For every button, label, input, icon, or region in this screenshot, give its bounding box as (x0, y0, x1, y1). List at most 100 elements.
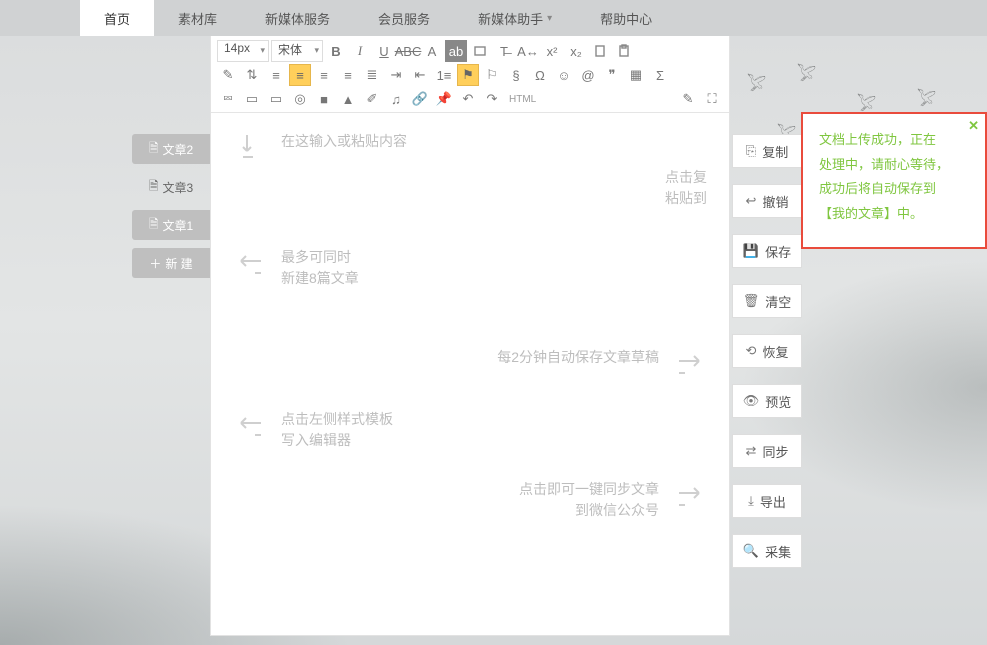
tab-article-2[interactable]: 🗎文章2 (132, 134, 210, 164)
pin-button[interactable]: 📌 (433, 88, 455, 110)
right-actions: ⎘复制 ↩撤销 💾保存 🗑清空 ⟲恢复 👁预览 ⇄同步 ⤓导出 🔍采集 (732, 134, 802, 568)
preview-button[interactable]: 👁预览 (732, 384, 802, 418)
sync-icon: ⇄ (746, 443, 757, 459)
restore-button[interactable]: ⟲恢复 (732, 334, 802, 368)
outdent-button[interactable]: ⇤ (409, 64, 431, 86)
hint-sync: 点击即可一键同步文章到微信公众号 (519, 479, 659, 521)
align-left-button[interactable]: ≡ (289, 64, 311, 86)
sigma-button[interactable]: Σ (649, 64, 671, 86)
nav-help[interactable]: 帮助中心 (576, 0, 676, 36)
pointer-left-icon (233, 247, 267, 281)
chevron-down-icon: ▾ (260, 45, 265, 56)
paint-button[interactable]: ▲ (337, 88, 359, 110)
collect-icon: 🔍 (743, 543, 759, 559)
strike-button[interactable]: ABC (397, 40, 419, 62)
hint-autosave: 每2分钟自动保存文章草稿 (497, 347, 659, 368)
export-button[interactable]: ⤓导出 (732, 484, 802, 518)
link-button[interactable]: 🔗 (409, 88, 431, 110)
top-nav: 首页 素材库 新媒体服务 会员服务 新媒体助手▾ 帮助中心 (0, 0, 987, 36)
new-doc-button[interactable] (589, 40, 611, 62)
edit-mode-button[interactable]: ✎ (677, 88, 699, 110)
quote-button[interactable]: ❞ (601, 64, 623, 86)
nav-member-service[interactable]: 会员服务 (354, 0, 454, 36)
copy-icon: ⎘ (746, 143, 756, 159)
emoji-button[interactable]: ☺ (553, 64, 575, 86)
gallery-button[interactable]: ▭ (241, 88, 263, 110)
nav-newmedia-service[interactable]: 新媒体服务 (241, 0, 354, 36)
line-height-button[interactable]: ≡ (265, 64, 287, 86)
table-button[interactable]: ▦ (625, 64, 647, 86)
fullscreen-button[interactable]: ⛶ (701, 88, 723, 110)
export-icon: ⤓ (748, 493, 754, 509)
trash-icon: 🗑 (743, 293, 760, 309)
capture-button[interactable]: ◎ (289, 88, 311, 110)
eye-icon: 👁 (743, 393, 760, 409)
letter-spacing-button[interactable]: A↔ (517, 40, 539, 62)
multi-image-button[interactable]: ▭ (265, 88, 287, 110)
doc-icon: 🗎 (149, 139, 159, 160)
plus-icon: ＋ (149, 255, 161, 272)
undo-action-button[interactable]: ↩撤销 (732, 184, 802, 218)
highlight-button[interactable] (469, 40, 491, 62)
nav-home[interactable]: 首页 (80, 0, 154, 36)
align-center-button[interactable]: ≡ (313, 64, 335, 86)
omega-button[interactable]: Ω (529, 64, 551, 86)
tab-article-1[interactable]: 🗎文章1 (132, 210, 210, 240)
underline-button[interactable]: U (373, 40, 395, 62)
image-button[interactable]: ⮹ (217, 88, 239, 110)
at-button[interactable]: @ (577, 64, 599, 86)
paste-button[interactable] (613, 40, 635, 62)
hint-copy-paste: 点击复粘贴到 (665, 167, 707, 209)
italic-button[interactable]: I (349, 40, 371, 62)
hint-max-articles: 最多可同时新建8篇文章 (281, 247, 359, 289)
clear-format-button[interactable]: T̶ (493, 40, 515, 62)
paragraph-spacing-button[interactable]: ⇅ (241, 64, 263, 86)
article-tabs: 🗎文章2 🗎文章3 🗎文章1 ＋新 建 (132, 134, 210, 278)
music-button[interactable]: ♫ (385, 88, 407, 110)
bookmark-button[interactable]: ⚑ (457, 64, 479, 86)
undo-icon: ↩ (746, 193, 757, 209)
save-icon: 💾 (743, 243, 759, 259)
tab-article-3[interactable]: 🗎文章3 (132, 172, 210, 202)
pointer-down-icon (233, 131, 267, 165)
toast-message: 文档上传成功，正在 处理中，请耐心等待， 成功后将自动保存到 【我的文章】中。 (819, 128, 975, 227)
editor-canvas[interactable]: 在这输入或粘贴内容 点击复粘贴到 最多可同时新建8篇文章 每2分钟自动保存文章草… (211, 113, 729, 567)
video-button[interactable]: ■ (313, 88, 335, 110)
font-family-select[interactable]: 宋体▾ (271, 40, 323, 62)
collect-button[interactable]: 🔍采集 (732, 534, 802, 568)
align-right-button[interactable]: ≡ (337, 64, 359, 86)
tab-new-article[interactable]: ＋新 建 (132, 248, 210, 278)
format-brush-button[interactable]: ✎ (217, 64, 239, 86)
sync-button[interactable]: ⇄同步 (732, 434, 802, 468)
nav-materials[interactable]: 素材库 (154, 0, 241, 36)
superscript-button[interactable]: x² (541, 40, 563, 62)
save-button[interactable]: 💾保存 (732, 234, 802, 268)
bg-color-button[interactable]: ab (445, 40, 467, 62)
ordered-list-button[interactable]: 1≡ (433, 64, 455, 86)
close-icon[interactable]: ✕ (968, 118, 979, 134)
flag-button[interactable]: ⚐ (481, 64, 503, 86)
font-color-button[interactable]: A (421, 40, 443, 62)
upload-success-toast: ✕ 文档上传成功，正在 处理中，请耐心等待， 成功后将自动保存到 【我的文章】中… (801, 112, 987, 249)
chevron-down-icon: ▾ (547, 13, 552, 24)
font-size-select[interactable]: 14px▾ (217, 40, 269, 62)
brush-button[interactable]: ✐ (361, 88, 383, 110)
hint-input: 在这输入或粘贴内容 (281, 131, 407, 152)
editor-panel: 14px▾ 宋体▾ B I U ABC A ab T̶ A↔ x² x₂ ✎ ⇅… (210, 36, 730, 636)
chevron-down-icon: ▾ (314, 45, 319, 56)
align-justify-button[interactable]: ≣ (361, 64, 383, 86)
pointer-right-icon (673, 479, 707, 513)
special-char-button[interactable]: § (505, 64, 527, 86)
redo-button[interactable]: ↷ (481, 88, 503, 110)
html-source-button[interactable]: HTML (505, 88, 540, 110)
indent-button[interactable]: ⇥ (385, 64, 407, 86)
doc-icon: 🗎 (149, 177, 159, 198)
copy-button[interactable]: ⎘复制 (732, 134, 802, 168)
undo-button[interactable]: ↶ (457, 88, 479, 110)
pointer-left-icon (233, 409, 267, 443)
restore-icon: ⟲ (746, 343, 757, 359)
nav-newmedia-assistant[interactable]: 新媒体助手▾ (454, 0, 576, 36)
clear-button[interactable]: 🗑清空 (732, 284, 802, 318)
bold-button[interactable]: B (325, 40, 347, 62)
subscript-button[interactable]: x₂ (565, 40, 587, 62)
